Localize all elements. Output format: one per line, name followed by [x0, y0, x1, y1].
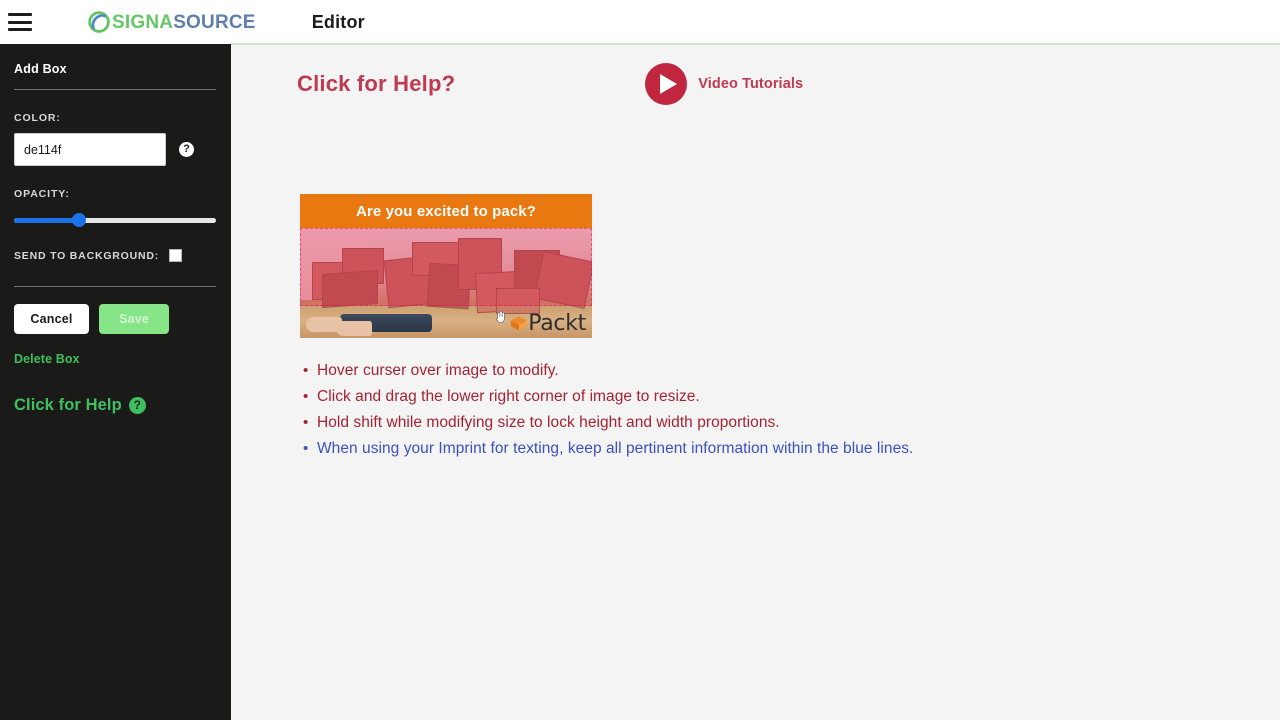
cancel-button[interactable]: Cancel	[14, 304, 89, 334]
bullet-dot-icon: •	[303, 362, 309, 379]
sidebar-help-label: Click for Help	[14, 396, 122, 414]
hamburger-menu-icon[interactable]	[8, 13, 32, 31]
opacity-label: OPACITY:	[14, 188, 70, 200]
instruction-text: Hover curser over image to modify.	[317, 362, 559, 379]
play-circle-icon[interactable]	[645, 63, 688, 105]
instruction-text: Click and drag the lower right corner of…	[317, 388, 700, 405]
logo-text-source: SOURCE	[173, 11, 256, 33]
send-to-background-label: SEND TO BACKGROUND:	[14, 249, 160, 262]
packt-watermark: Packt	[528, 311, 586, 336]
main-content: Click for Help? Video Tutorials Are you …	[231, 45, 1280, 720]
color-input[interactable]	[14, 133, 166, 166]
packt-box-icon	[510, 316, 528, 331]
instruction-text: When using your Imprint for texting, kee…	[317, 440, 914, 457]
header-divider	[231, 43, 1280, 45]
action-buttons: Cancel Save	[14, 304, 216, 334]
panel-divider	[14, 89, 216, 90]
video-tutorials-label: Video Tutorials	[698, 76, 804, 92]
instruction-item: • When using your Imprint for texting, k…	[303, 436, 1203, 462]
add-box-panel: Add Box COLOR: ? OPACITY: SEND TO BACKGR…	[0, 44, 231, 720]
instruction-item: • Click and drag the lower right corner …	[303, 384, 1203, 410]
page-title: Editor	[311, 11, 365, 32]
sidebar-click-for-help[interactable]: Click for Help ?	[14, 396, 216, 415]
image-banner: Are you excited to pack?	[300, 194, 592, 228]
app-header: SIGNASOURCE Editor	[0, 0, 1280, 44]
instruction-item: • Hold shift while modifying size to loc…	[303, 410, 1203, 436]
main-header-row: Click for Help? Video Tutorials	[231, 45, 1280, 105]
logo-text: SIGNASOURCE	[112, 13, 256, 32]
editor-image-card[interactable]: Are you excited to pack? Packt	[300, 194, 592, 338]
hand-cursor-icon	[496, 310, 505, 323]
video-tutorials-link[interactable]: Video Tutorials	[645, 63, 803, 105]
bullet-dot-icon: •	[303, 440, 309, 457]
color-label: COLOR:	[14, 112, 61, 124]
image-photo[interactable]: Packt	[300, 228, 592, 338]
image-banner-text: Are you excited to pack?	[356, 202, 536, 220]
color-help-icon[interactable]: ?	[179, 142, 194, 157]
panel-divider-2	[14, 286, 216, 287]
logo-text-signa: SIGNA	[112, 11, 174, 33]
signasource-swirl-icon	[88, 11, 110, 33]
save-button[interactable]: Save	[99, 304, 169, 334]
instructions-list: • Hover curser over image to modify. • C…	[303, 358, 1203, 462]
opacity-slider[interactable]	[14, 213, 216, 227]
bullet-dot-icon: •	[303, 388, 309, 405]
help-heading[interactable]: Click for Help?	[297, 71, 455, 97]
color-overlay-box[interactable]	[300, 228, 592, 306]
sidebar-help-icon[interactable]: ?	[128, 397, 146, 414]
send-to-background-checkbox[interactable]	[169, 249, 183, 262]
send-to-background-row: SEND TO BACKGROUND:	[14, 249, 216, 262]
delete-box-link[interactable]: Delete Box	[14, 352, 80, 366]
opacity-slider-thumb[interactable]	[72, 213, 87, 227]
color-field-row: ?	[14, 133, 216, 166]
opacity-slider-fill	[14, 218, 80, 223]
instruction-item: • Hover curser over image to modify.	[303, 358, 1203, 384]
app-logo[interactable]: SIGNASOURCE	[88, 11, 256, 33]
bullet-dot-icon: •	[303, 414, 309, 431]
instruction-text: Hold shift while modifying size to lock …	[317, 414, 780, 431]
photo-foot	[336, 321, 372, 336]
panel-title: Add Box	[14, 62, 67, 76]
